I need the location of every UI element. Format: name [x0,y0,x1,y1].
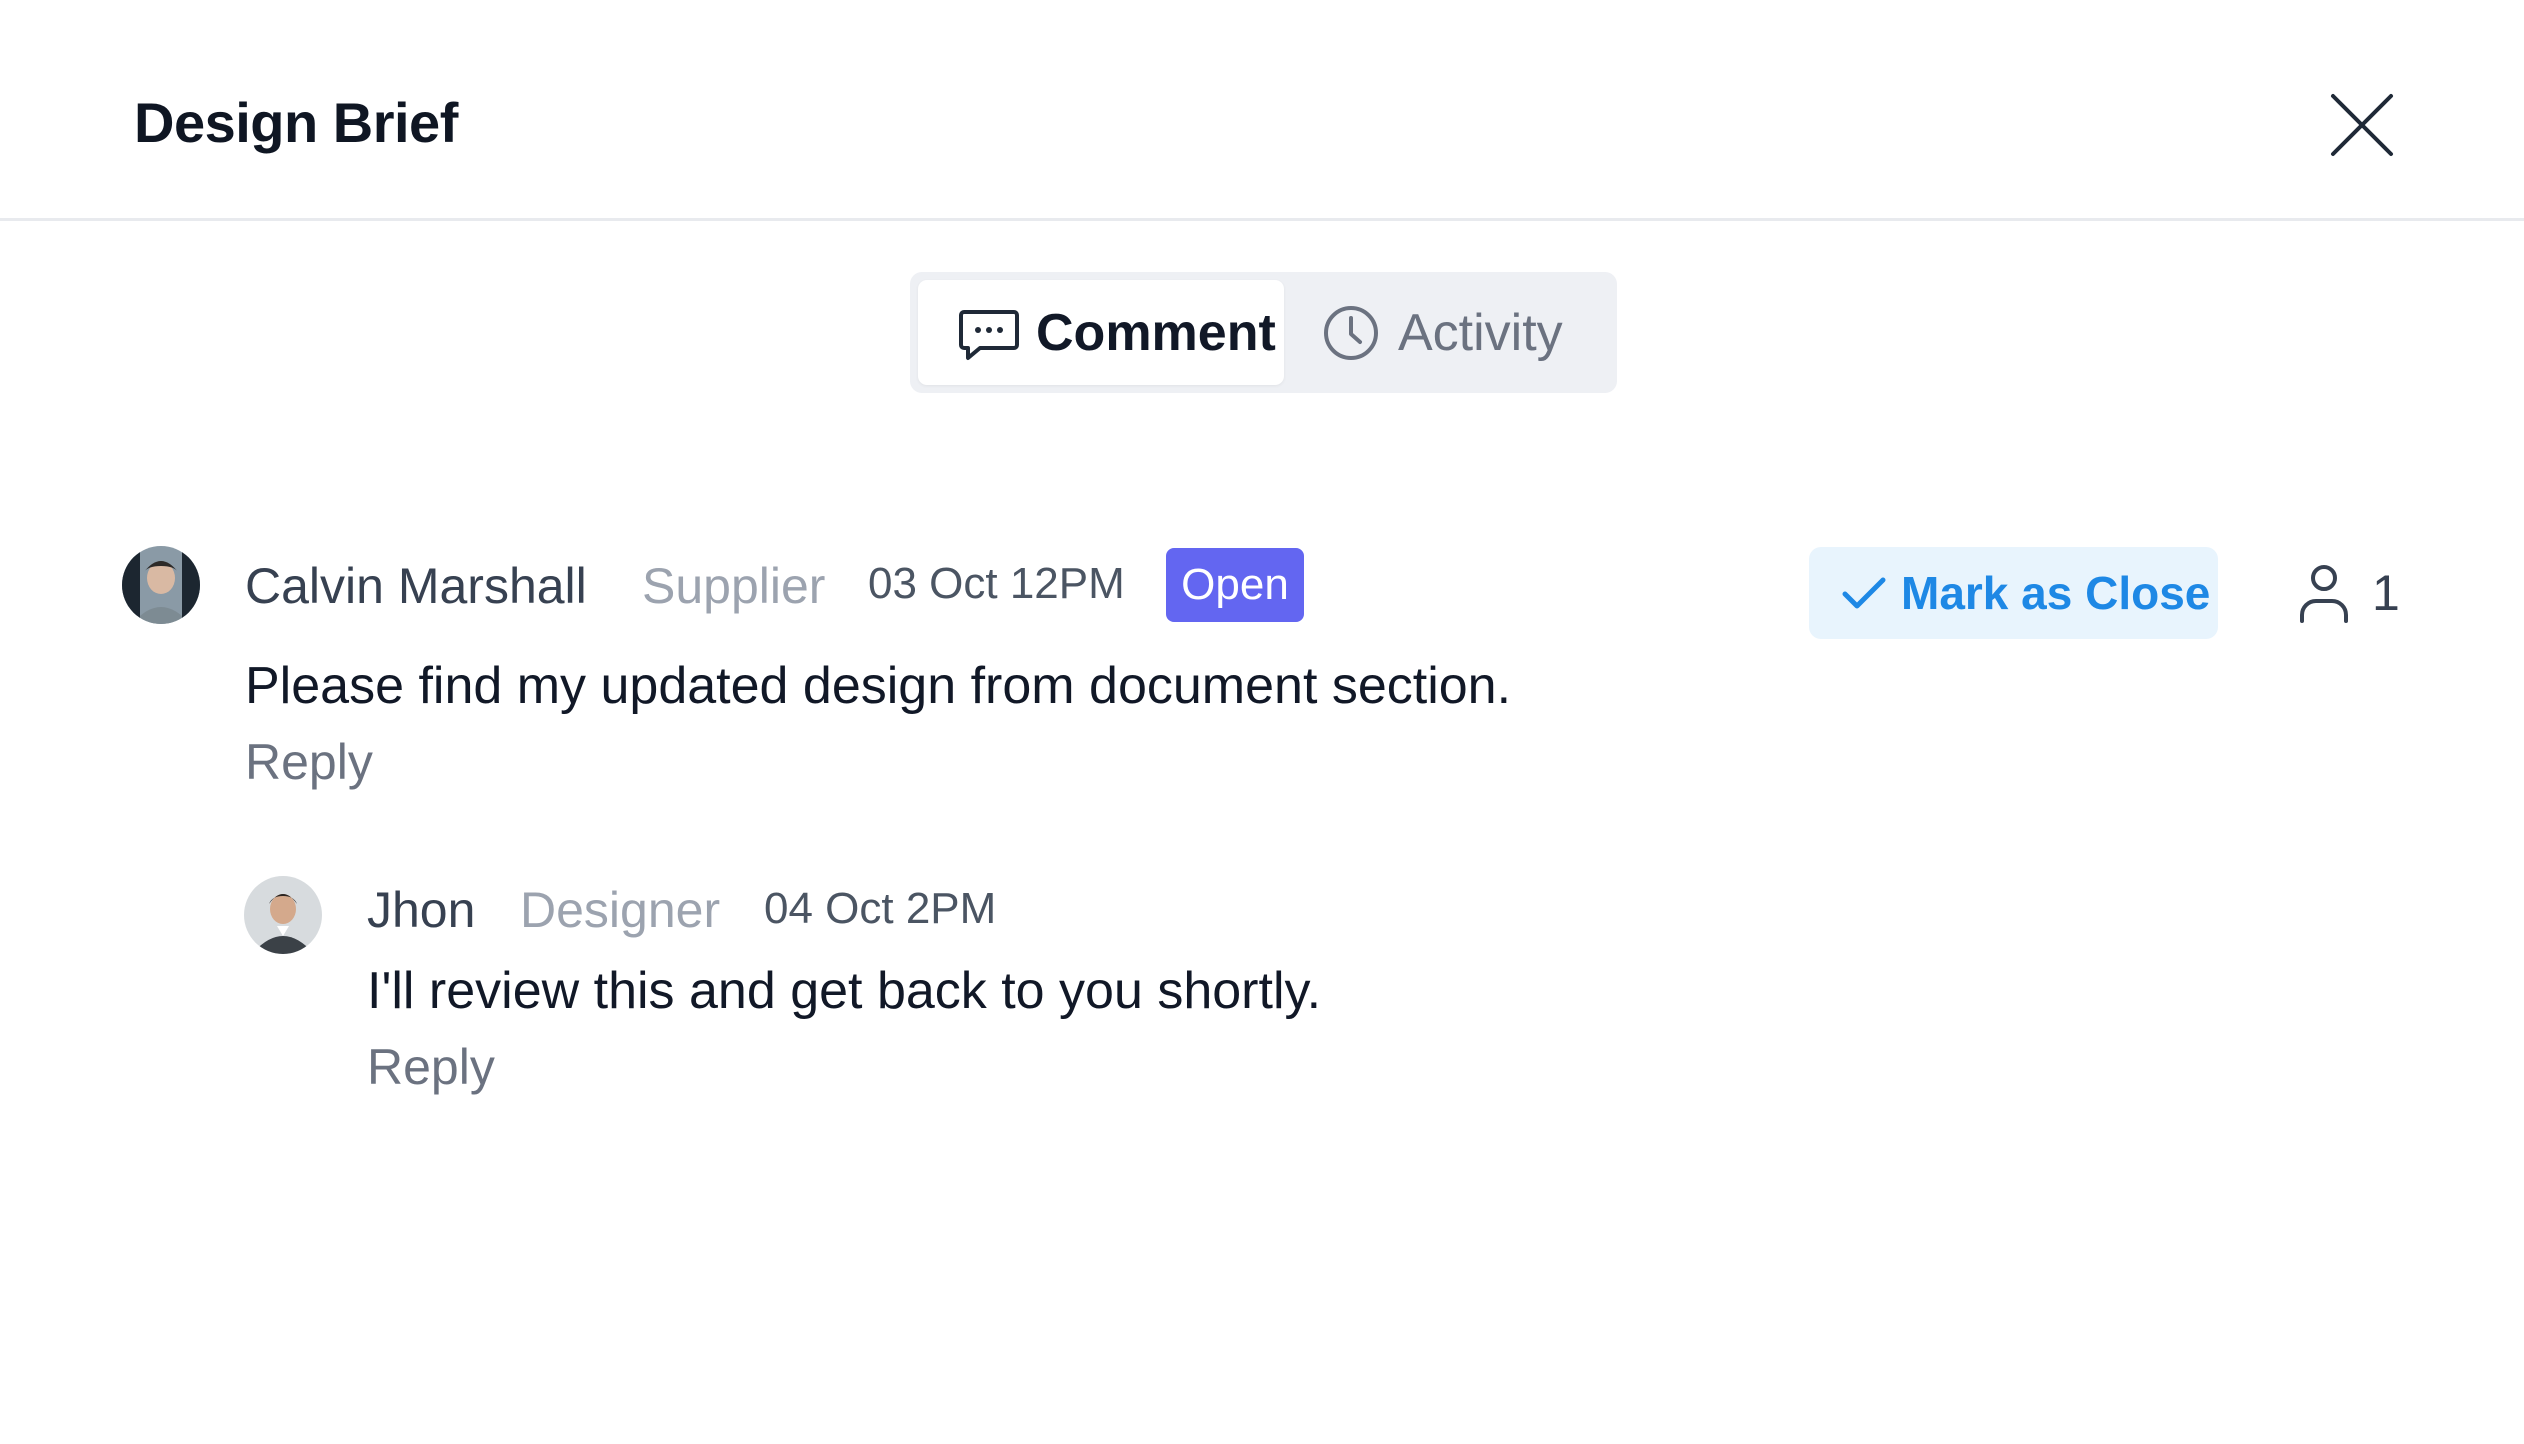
mark-as-close-label: Mark as Close [1901,567,2211,619]
avatar [122,546,200,624]
tab-comment[interactable]: Comment [918,280,1284,385]
comment-role: Supplier [642,558,826,614]
reply-body: I'll review this and get back to you sho… [367,962,1322,1020]
mark-as-close-button[interactable]: Mark as Close [1809,547,2218,639]
reply-link[interactable]: Reply [245,732,373,792]
comment-body: Please find my updated design from docum… [245,657,1512,715]
comment-icon [959,309,1019,360]
user-photo-icon [122,546,200,624]
reply-link[interactable]: Reply [367,1037,495,1097]
close-icon [2331,94,2393,156]
tab-comment-label: Comment [1036,303,1276,362]
tab-activity[interactable]: Activity [1320,280,1610,385]
tab-switcher: Comment Activity [910,272,1617,393]
panel-header: Design Brief [0,0,2524,221]
reply-role: Designer [520,882,721,938]
avatar [244,876,322,954]
assignee-count-value: 1 [2372,565,2400,621]
user-photo-icon [244,876,322,954]
clock-icon [1324,305,1378,360]
check-icon [1842,577,1886,609]
status-badge: Open [1166,548,1304,622]
comment-timestamp: 03 Oct 12PM [868,559,1125,608]
person-icon [2300,565,2348,623]
close-button[interactable] [2325,88,2399,162]
reply-author: Jhon [367,882,476,938]
tab-activity-label: Activity [1398,303,1563,362]
reply-timestamp: 04 Oct 2PM [764,884,997,933]
comment-author: Calvin Marshall [245,558,587,614]
assignee-count[interactable]: 1 [2296,558,2400,628]
design-brief-panel: Design Brief Comment Activity Calvin Mar… [0,0,2524,1444]
page-title: Design Brief [134,91,458,154]
